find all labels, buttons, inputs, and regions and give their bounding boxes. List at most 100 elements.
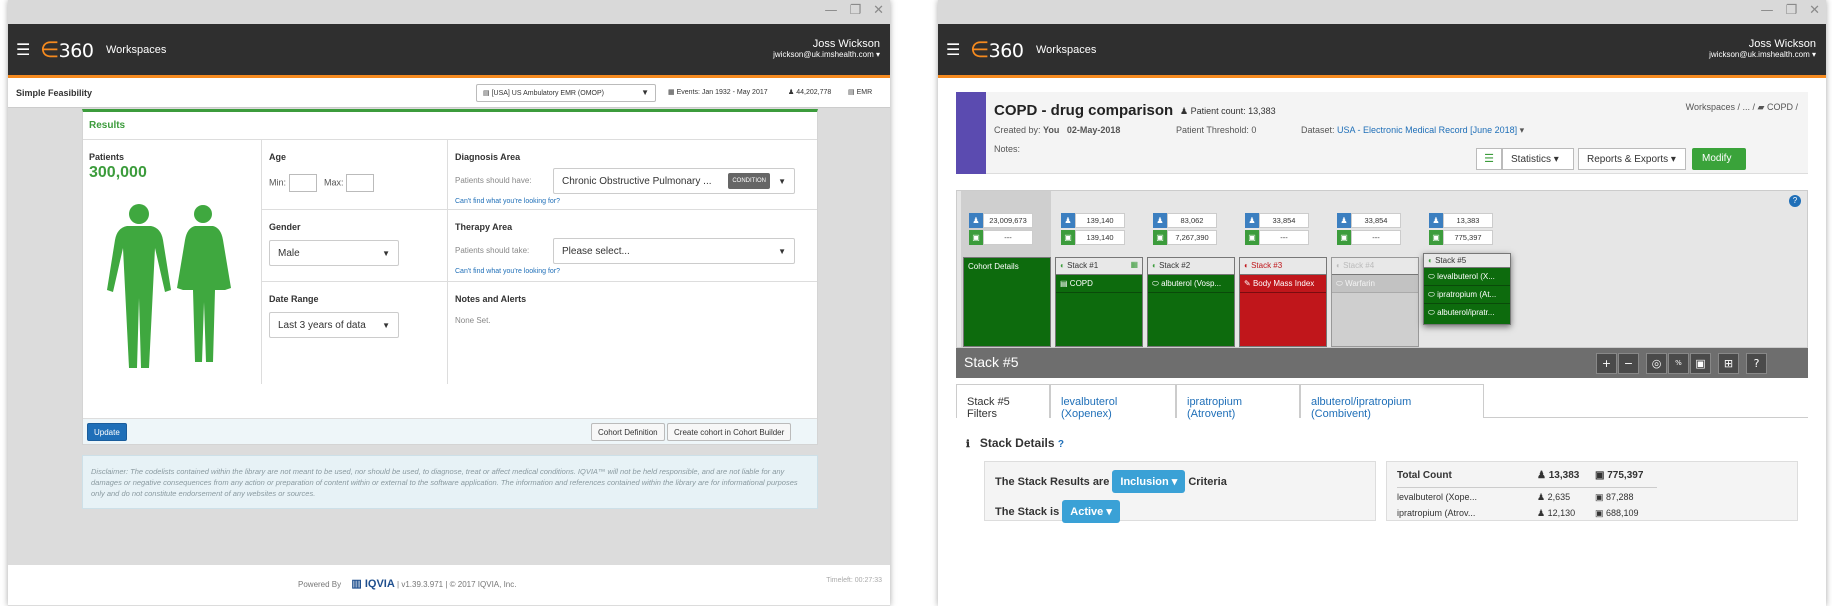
count-box-stack2: ♟ 83,062 ▣ 7,267,390 bbox=[1153, 213, 1217, 247]
caret-down-icon: ▼ bbox=[382, 249, 390, 258]
window-titlebar: — ❐ ✕ bbox=[8, 0, 890, 24]
cohort-definition-button[interactable]: Cohort Definition bbox=[591, 423, 665, 441]
person-icon: ♟ bbox=[1537, 492, 1546, 502]
modify-button[interactable]: Modify bbox=[1692, 148, 1746, 170]
dataset-select[interactable]: ▤ [USA] US Ambulatory EMR (OMOP) ▼ bbox=[476, 84, 656, 102]
total-count-row: Total Count ♟ 13,383 ▣ 775,397 bbox=[1397, 470, 1657, 488]
age-max-input[interactable] bbox=[346, 174, 375, 192]
cohort-title: COPD - drug comparison bbox=[994, 102, 1174, 119]
diagnosis-help-link[interactable]: Can't find what you're looking for? bbox=[455, 198, 560, 205]
count-box-stack4: ♟ 33,854 ▣ --- bbox=[1337, 213, 1401, 247]
kit-icon[interactable]: ▣ bbox=[1690, 353, 1711, 374]
help-icon[interactable]: ? bbox=[1789, 195, 1801, 207]
results-are-row: The Stack Results are Inclusion ▾ Criter… bbox=[995, 470, 1227, 493]
diagnosis-value: Chronic Obstructive Pulmonary ... bbox=[562, 176, 712, 187]
update-button[interactable]: Update bbox=[87, 423, 127, 441]
briefcase-icon: ▣ bbox=[1595, 470, 1605, 481]
dataset-info[interactable]: Dataset: USA - Electronic Medical Record… bbox=[1301, 125, 1524, 136]
workspaces-link[interactable]: Workspaces bbox=[106, 44, 166, 56]
person-icon: ♟ bbox=[1337, 213, 1351, 228]
therapy-help-link[interactable]: Can't find what you're looking for? bbox=[455, 268, 560, 275]
user-menu[interactable]: Joss Wickson jwickson@uk.imshealth.com ▾ bbox=[1709, 38, 1816, 59]
person-icon: ♟ bbox=[1537, 508, 1546, 518]
tab-combivent[interactable]: albuterol/ipratropium (Combivent) bbox=[1300, 384, 1484, 420]
restore-icon[interactable]: ❐ bbox=[1785, 3, 1797, 18]
restore-icon[interactable]: ❐ bbox=[849, 3, 861, 18]
count-box-stack1: ♟ 139,140 ▣ 139,140 bbox=[1061, 213, 1125, 247]
pill-icon: ⬭ bbox=[1336, 279, 1343, 288]
hamburger-menu-icon[interactable]: ☰ bbox=[946, 40, 960, 59]
stack-5-item-2[interactable]: ⬭ ipratropium (At... bbox=[1424, 286, 1510, 304]
help-icon[interactable]: ? bbox=[1746, 353, 1767, 374]
stack-5-item-3[interactable]: ⬭ albuterol/ipratr... bbox=[1424, 304, 1510, 322]
tab-stack-filters[interactable]: Stack #5 Filters bbox=[956, 384, 1050, 420]
hamburger-menu-icon[interactable]: ☰ bbox=[16, 40, 30, 59]
events-range: ▦ Events: Jan 1932 - May 2017 bbox=[668, 89, 768, 96]
remove-icon[interactable]: − bbox=[1618, 353, 1639, 374]
person-icon: ♟ bbox=[1429, 213, 1443, 228]
create-cohort-button[interactable]: Create cohort in Cohort Builder bbox=[667, 423, 792, 441]
stack-5[interactable]: ◐ Stack #5 ⬭ levalbuterol (X... ⬭ ipratr… bbox=[1423, 253, 1511, 325]
date-range-select[interactable]: Last 3 years of data ▼ bbox=[269, 312, 399, 338]
person-icon: ♟ bbox=[969, 213, 983, 228]
person-icon: ♟ bbox=[1537, 470, 1546, 481]
minimize-icon[interactable]: — bbox=[824, 3, 837, 18]
briefcase-icon: ▣ bbox=[1245, 230, 1259, 245]
version-text: | v1.39.3.971 | © 2017 IQVIA, Inc. bbox=[397, 580, 517, 589]
caret-down-icon: ▼ bbox=[641, 88, 649, 97]
pencil-icon: ✎ bbox=[1244, 279, 1251, 288]
reports-exports-button[interactable]: Reports & Exports ▾ bbox=[1578, 148, 1686, 170]
breadcrumb[interactable]: Workspaces / ... / ▰ COPD / bbox=[1686, 102, 1798, 113]
gender-value: Male bbox=[278, 248, 300, 259]
stack-1-item[interactable]: ▤ COPD bbox=[1056, 275, 1142, 293]
total-patients: ♟ 13,383 bbox=[1537, 470, 1580, 481]
created-by: Created by: You 02-May-2018 bbox=[994, 125, 1121, 135]
cohort-details-label: Cohort Details bbox=[968, 262, 1019, 271]
info-icon: ℹ bbox=[966, 439, 970, 450]
workspaces-link[interactable]: Workspaces bbox=[1036, 44, 1096, 56]
stack-bar-title: Stack #5 bbox=[964, 354, 1019, 370]
percent-icon[interactable]: % bbox=[1668, 353, 1689, 374]
statistics-button[interactable]: Statistics ▾ bbox=[1502, 148, 1574, 170]
page-title: Simple Feasibility bbox=[16, 88, 93, 98]
hierarchy-icon[interactable]: ⊞ bbox=[1718, 353, 1739, 374]
briefcase-icon: ▣ bbox=[1429, 230, 1443, 245]
gender-label: Gender bbox=[269, 222, 301, 232]
stack-5-item-1[interactable]: ⬭ levalbuterol (X... bbox=[1424, 268, 1510, 286]
cohort-details-stack[interactable]: Cohort Details bbox=[963, 257, 1051, 347]
stack-canvas: ? ♟ 23,009,673 ▣ --- ♟ 139,140 ▣ 139,140 ♟ 83… bbox=[956, 190, 1808, 348]
tab-levalbuterol[interactable]: levalbuterol (Xopenex) bbox=[1050, 384, 1176, 420]
venn-icon[interactable]: ◎ bbox=[1646, 353, 1667, 374]
therapy-select[interactable]: Please select... ▼ bbox=[553, 238, 795, 264]
gender-select[interactable]: Male ▼ bbox=[269, 240, 399, 266]
age-min-input[interactable] bbox=[288, 174, 317, 192]
stack-2-item[interactable]: ⬭ albuterol (Vosp... bbox=[1148, 275, 1234, 293]
caret-down-icon: ▼ bbox=[778, 247, 786, 256]
inclusion-dropdown[interactable]: Inclusion ▾ bbox=[1112, 470, 1186, 493]
stack-4[interactable]: ◐ Stack #4 ⬭ Warfarin bbox=[1331, 257, 1419, 347]
user-menu[interactable]: Joss Wickson jwickson@uk.imshealth.com ▾ bbox=[773, 38, 880, 59]
table-row: ipratropium (Atrov... ♟ 12,130 ▣ 688,109 bbox=[1397, 508, 1639, 518]
diagnosis-select[interactable]: Chronic Obstructive Pulmonary ... CONDIT… bbox=[553, 168, 795, 194]
list-view-button[interactable]: ☰ bbox=[1476, 148, 1502, 170]
user-name: Joss Wickson bbox=[812, 38, 880, 50]
close-icon[interactable]: ✕ bbox=[873, 3, 884, 18]
tab-ipratropium[interactable]: ipratropium (Atrovent) bbox=[1176, 384, 1300, 420]
stack-3[interactable]: ◐ Stack #3 ✎ Body Mass Index bbox=[1239, 257, 1327, 347]
stack-4-item[interactable]: ⬭ Warfarin bbox=[1332, 275, 1418, 293]
stack-2[interactable]: ◐ Stack #2 ⬭ albuterol (Vosp... bbox=[1147, 257, 1235, 347]
powered-by-text: Powered By bbox=[298, 580, 342, 589]
close-icon[interactable]: ✕ bbox=[1809, 3, 1820, 18]
stack-3-item[interactable]: ✎ Body Mass Index bbox=[1240, 275, 1326, 293]
add-icon[interactable]: + bbox=[1596, 353, 1617, 374]
patients-total: ♟ 44,202,778 bbox=[788, 89, 832, 96]
e360-logo[interactable]: ∈360 bbox=[40, 38, 94, 63]
diagnosis-label: Diagnosis Area bbox=[455, 152, 521, 162]
pill-icon: ⬭ bbox=[1428, 308, 1435, 317]
active-dropdown[interactable]: Active ▾ bbox=[1062, 500, 1120, 523]
e360-logo[interactable]: ∈360 bbox=[970, 38, 1024, 63]
stack-1[interactable]: ◐ Stack #1 ▦ ▤ COPD bbox=[1055, 257, 1143, 347]
pill-icon: ⬭ bbox=[1428, 272, 1435, 281]
table-row: levalbuterol (Xope... ♟ 2,635 ▣ 87,288 bbox=[1397, 492, 1634, 502]
minimize-icon[interactable]: — bbox=[1760, 3, 1773, 18]
